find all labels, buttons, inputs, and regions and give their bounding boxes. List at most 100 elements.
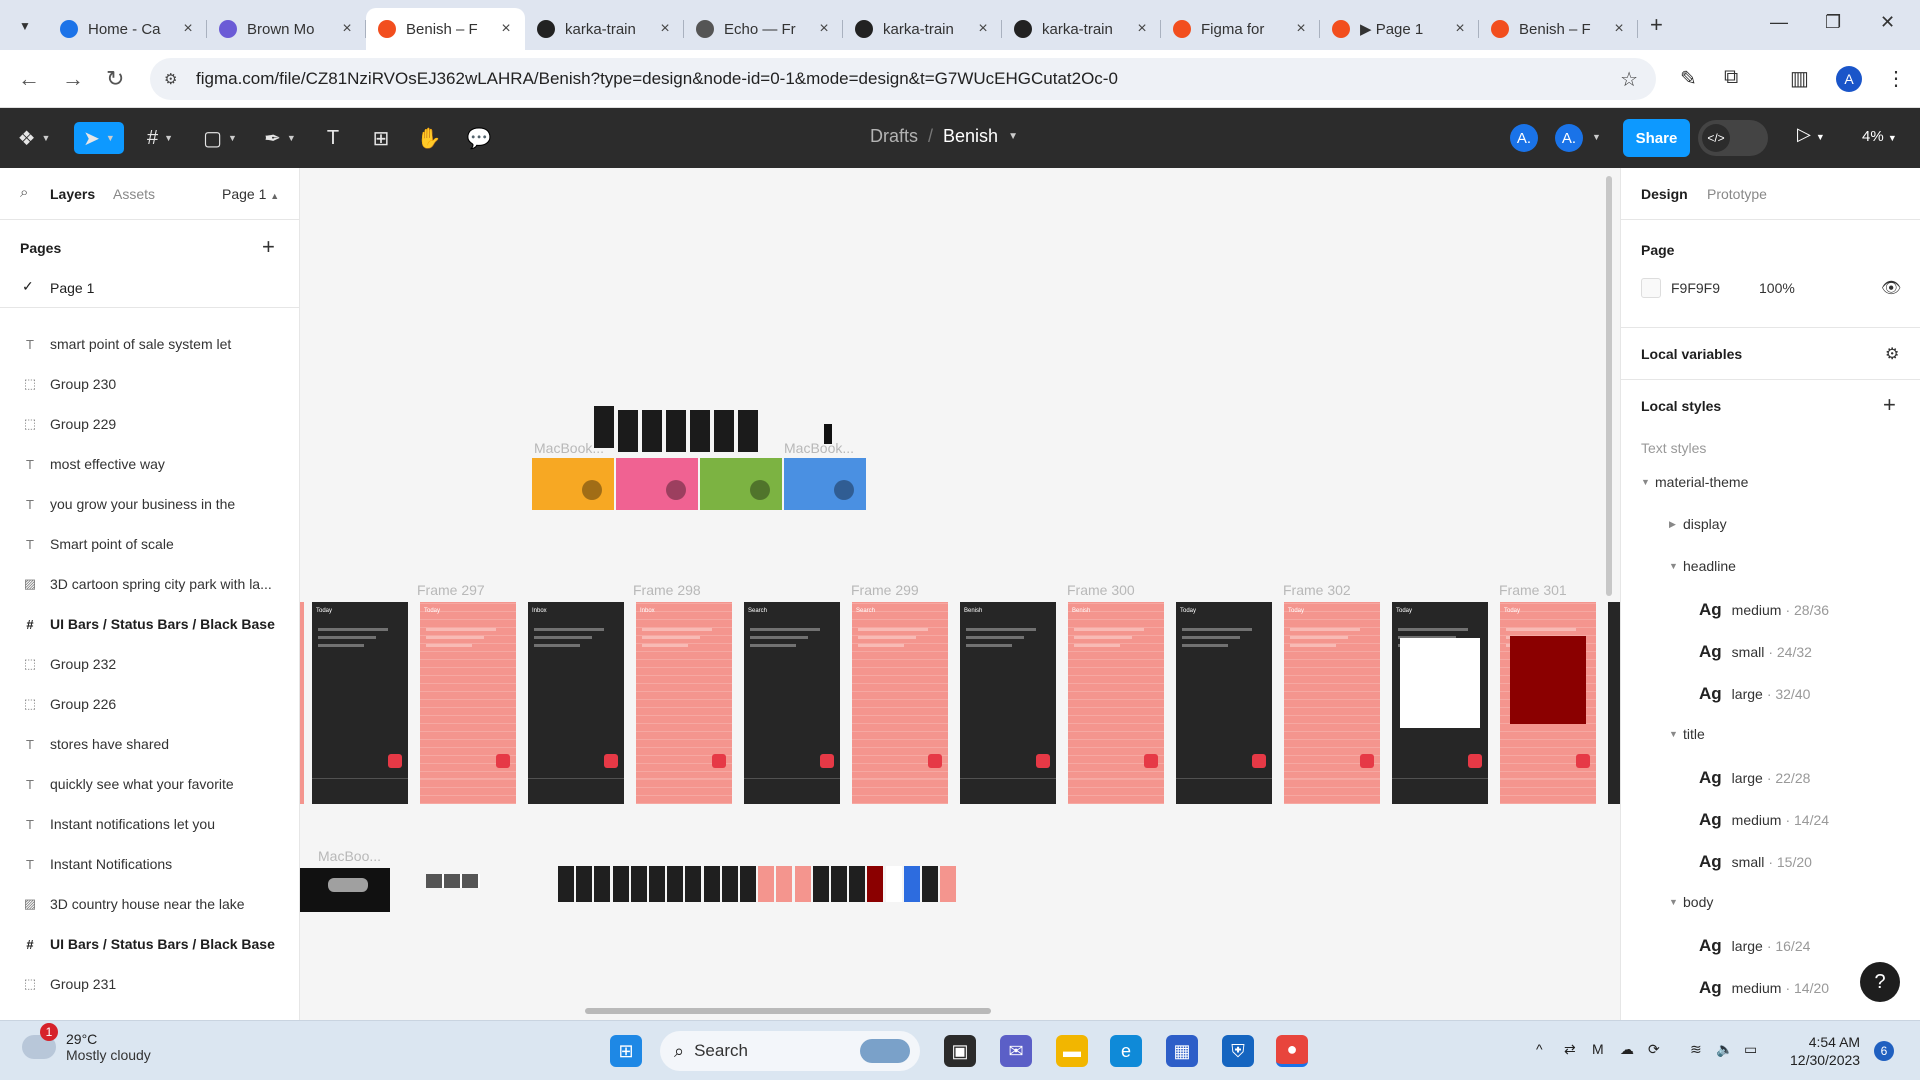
layer-item[interactable]: ⬚ Group 226 xyxy=(0,684,299,724)
forward-icon[interactable]: → xyxy=(62,66,84,92)
browser-tab[interactable]: karka-train × xyxy=(525,8,684,50)
collaborator-avatar[interactable]: A. xyxy=(1510,124,1538,152)
top-thumbnail-row[interactable] xyxy=(594,406,1074,466)
present-icon[interactable]: ▷ ▼ xyxy=(1797,124,1825,145)
browser-tab[interactable]: Echo — Fr × xyxy=(684,8,843,50)
defender-shield-icon[interactable]: ⛨ xyxy=(1222,1035,1254,1067)
tray-sync-icon[interactable]: ⟳ xyxy=(1648,1041,1660,1058)
wifi-icon[interactable]: ≋ xyxy=(1690,1041,1702,1058)
comment-tool-icon[interactable]: 💬 xyxy=(462,122,496,154)
style-group[interactable]: ▼ headline xyxy=(1669,558,1736,574)
avatar-chevron-icon[interactable]: ▼ xyxy=(1592,132,1601,142)
text-tool-icon[interactable]: T xyxy=(318,122,348,154)
horizontal-scrollbar[interactable] xyxy=(585,1008,991,1014)
promo-frame[interactable] xyxy=(700,458,782,510)
tab-close-icon[interactable]: × xyxy=(974,20,992,38)
page-color-value[interactable]: F9F9F9 xyxy=(1671,280,1720,296)
app-frame[interactable]: Benish xyxy=(1068,602,1164,804)
edge-browser-icon[interactable]: e xyxy=(1110,1035,1142,1067)
move-tool-icon[interactable]: ➤ ▼ xyxy=(74,122,124,154)
site-info-icon[interactable]: ⚙ xyxy=(164,70,184,88)
layer-item[interactable]: T Smart point of scale xyxy=(0,524,299,564)
local-variables-title[interactable]: Local variables xyxy=(1641,346,1742,362)
frame-label[interactable]: Frame 302 xyxy=(1283,582,1351,598)
app-frame[interactable]: Today xyxy=(1500,602,1596,804)
app-frame[interactable]: Today xyxy=(1176,602,1272,804)
visibility-eye-icon[interactable]: 👁 xyxy=(1881,278,1901,298)
weather-widget[interactable]: 1 29°C Mostly cloudy xyxy=(22,1023,151,1063)
layer-item[interactable]: # UI Bars / Status Bars / Black Base xyxy=(0,604,299,644)
app-frame[interactable]: Today xyxy=(1392,602,1488,804)
app-frame[interactable]: Search xyxy=(852,602,948,804)
microsoft-store-icon[interactable]: ▦ xyxy=(1166,1035,1198,1067)
design-canvas[interactable]: MacBook... MacBook... Frame 297 Frame 298… xyxy=(300,168,1620,1020)
volume-icon[interactable]: 🔈 xyxy=(1716,1041,1733,1058)
promo-frame[interactable] xyxy=(784,458,866,510)
small-thumbnail-group[interactable] xyxy=(426,874,480,904)
tab-close-icon[interactable]: × xyxy=(815,20,833,38)
clock[interactable]: 4:54 AM 12/30/2023 xyxy=(1790,1033,1860,1069)
text-style-item[interactable]: Ag medium · 28/36 xyxy=(1699,600,1829,620)
text-style-item[interactable]: Ag medium · 14/24 xyxy=(1699,810,1829,830)
frame-label[interactable]: Frame 298 xyxy=(633,582,701,598)
layer-item[interactable]: T Instant notifications let you xyxy=(0,804,299,844)
page-selector[interactable]: Page 1 ▲ xyxy=(222,186,279,202)
macbook-thumbnail[interactable] xyxy=(300,868,390,912)
dev-mode-toggle[interactable]: </> xyxy=(1698,120,1768,156)
resources-icon[interactable]: ⊞ xyxy=(366,122,396,154)
profile-avatar[interactable]: A xyxy=(1836,66,1862,92)
app-frame[interactable]: Inbox xyxy=(528,602,624,804)
layer-item[interactable]: Tmost effective way xyxy=(0,444,299,484)
browser-tab[interactable]: Benish – F × xyxy=(366,8,525,50)
tab-close-icon[interactable]: × xyxy=(1451,20,1469,38)
reload-icon[interactable]: ↻ xyxy=(106,66,124,92)
layer-item[interactable]: ⬚ Group 232 xyxy=(0,644,299,684)
layer-item[interactable]: Tsmart point of sale system let xyxy=(0,324,299,364)
tab-close-icon[interactable]: × xyxy=(656,20,674,38)
app-frame[interactable]: Search xyxy=(744,602,840,804)
frame-label[interactable]: Frame 300 xyxy=(1067,582,1135,598)
browser-menu-icon[interactable]: ⋮ xyxy=(1886,66,1906,91)
close-window-icon[interactable]: ✕ xyxy=(1880,12,1895,33)
text-style-item[interactable]: Ag small · 15/20 xyxy=(1699,852,1812,872)
browser-tab[interactable]: ▶ Page 1 × xyxy=(1320,8,1479,50)
text-style-item[interactable]: Ag small · 24/32 xyxy=(1699,642,1812,662)
file-menu-chevron-icon[interactable]: ▼ xyxy=(1008,131,1018,142)
tab-close-icon[interactable]: × xyxy=(1292,20,1310,38)
browser-tab[interactable]: Benish – F × xyxy=(1479,8,1638,50)
onedrive-cloud-icon[interactable]: ☁ xyxy=(1620,1041,1634,1058)
layer-item[interactable]: Tquickly see what your favorite xyxy=(0,764,299,804)
app-frame[interactable]: Today xyxy=(312,602,408,804)
tray-app-icon[interactable]: ⇄ xyxy=(1564,1041,1576,1058)
maximize-icon[interactable]: ❐ xyxy=(1825,12,1841,33)
browser-tab[interactable]: Figma for × xyxy=(1161,8,1320,50)
layer-item[interactable]: T Instant Notifications xyxy=(0,844,299,884)
vertical-scrollbar[interactable] xyxy=(1606,176,1612,596)
promo-frame[interactable] xyxy=(616,458,698,510)
browser-tab[interactable]: karka-train × xyxy=(1002,8,1161,50)
pen-extension-icon[interactable]: ✎ xyxy=(1680,66,1697,91)
app-frame[interactable]: Today xyxy=(1284,602,1380,804)
page-color-swatch[interactable] xyxy=(1641,278,1661,298)
task-view-icon[interactable]: ▣ xyxy=(944,1035,976,1067)
frame-label[interactable]: Frame 299 xyxy=(851,582,919,598)
frame-label[interactable]: MacBook... xyxy=(784,440,854,456)
side-panel-icon[interactable]: ▥ xyxy=(1790,66,1809,91)
bookmark-star-icon[interactable]: ☆ xyxy=(1620,67,1638,92)
page-opacity-value[interactable]: 100% xyxy=(1759,280,1795,296)
help-button[interactable]: ? xyxy=(1860,962,1900,1002)
layer-item[interactable]: ▨ 3D country house near the lake xyxy=(0,884,299,924)
promo-frame[interactable] xyxy=(532,458,614,510)
page-item[interactable]: ✓ Page 1 xyxy=(0,268,299,308)
frame-label[interactable]: MacBoo... xyxy=(318,848,381,864)
text-style-item[interactable]: Ag medium · 14/20 xyxy=(1699,978,1829,998)
app-frame[interactable]: Today xyxy=(420,602,516,804)
tab-search-menu-icon[interactable]: ▼ xyxy=(10,11,40,41)
frame-label[interactable]: MacBook... xyxy=(534,440,604,456)
figma-main-menu-icon[interactable]: ❖ ▼ xyxy=(14,122,54,154)
tab-design[interactable]: Design xyxy=(1641,186,1688,202)
tab-close-icon[interactable]: × xyxy=(179,20,197,38)
new-tab-button[interactable]: + xyxy=(1650,12,1663,38)
shape-tool-icon[interactable]: ▢ ▼ xyxy=(198,122,242,154)
style-group[interactable]: ▼ material-theme xyxy=(1641,474,1748,490)
